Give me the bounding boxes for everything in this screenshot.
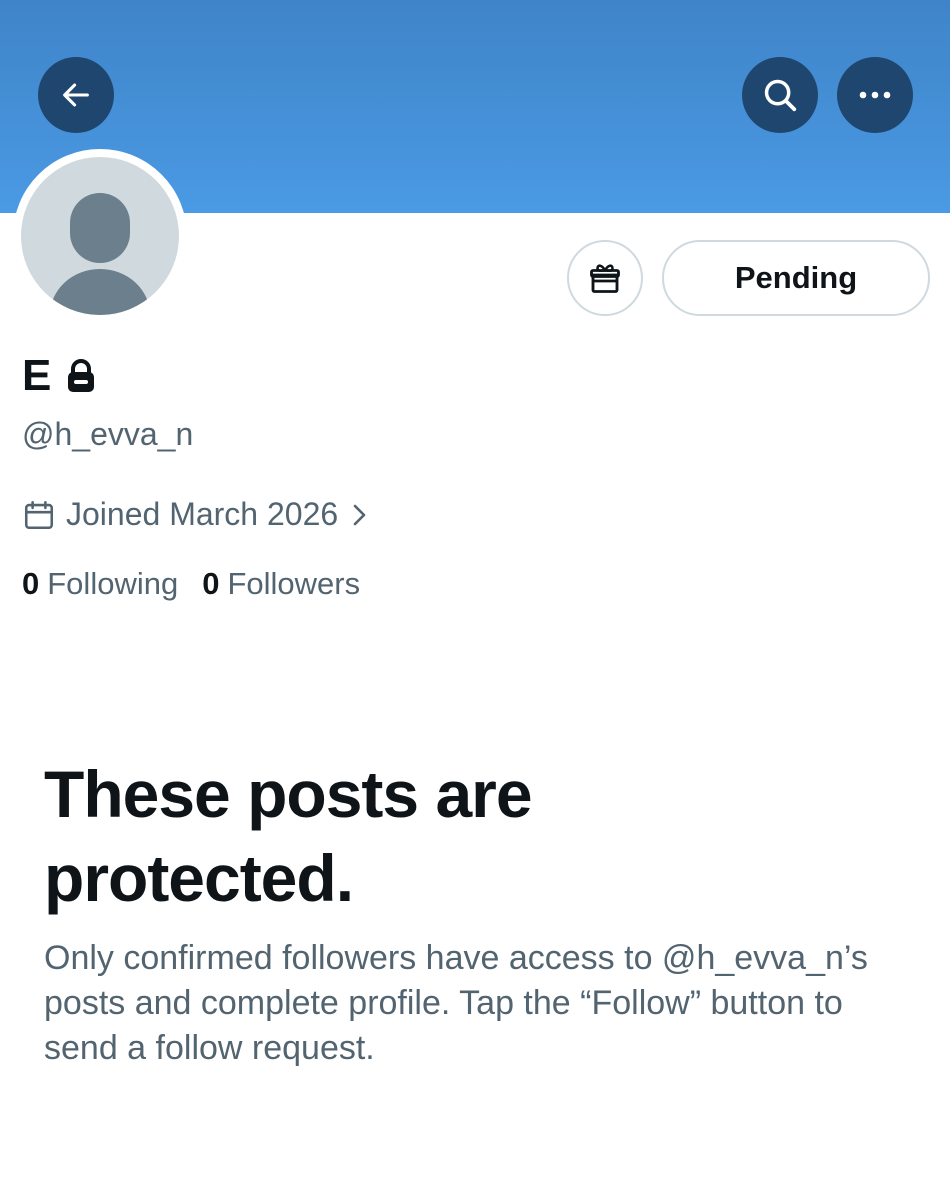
gift-icon [590, 264, 620, 293]
pending-button[interactable]: Pending [662, 240, 930, 316]
back-button[interactable] [38, 57, 114, 133]
calendar-icon [22, 498, 56, 532]
followers-link[interactable]: 0 Followers [202, 566, 360, 602]
user-handle: @h_evva_n [22, 416, 194, 452]
followers-count: 0 [202, 566, 220, 601]
display-name: E [22, 351, 52, 400]
avatar[interactable] [21, 157, 179, 315]
gift-button[interactable] [567, 240, 643, 316]
joined-text: Joined March 2026 [66, 496, 339, 532]
arrow-left-icon [63, 83, 89, 107]
following-count: 0 [22, 566, 40, 601]
avatar-frame [13, 149, 187, 323]
default-avatar-icon [50, 193, 150, 315]
following-label: Following [47, 566, 179, 601]
follow-counts: 0 Following 0 Followers [22, 566, 360, 602]
protected-title: These posts are protected. [44, 757, 533, 915]
following-link[interactable]: 0 Following [22, 566, 178, 602]
search-button[interactable] [742, 57, 818, 133]
display-name-row: E [22, 348, 97, 404]
lock-icon [65, 358, 97, 394]
joined-date-link[interactable]: Joined March 2026 [22, 496, 368, 533]
protected-description: Only confirmed followers have access to … [44, 939, 868, 1067]
more-horizontal-icon [859, 91, 891, 99]
search-icon [764, 79, 797, 112]
pending-label: Pending [734, 260, 858, 295]
chevron-right-icon [352, 502, 368, 528]
followers-label: Followers [227, 566, 361, 601]
more-options-button[interactable] [837, 57, 913, 133]
